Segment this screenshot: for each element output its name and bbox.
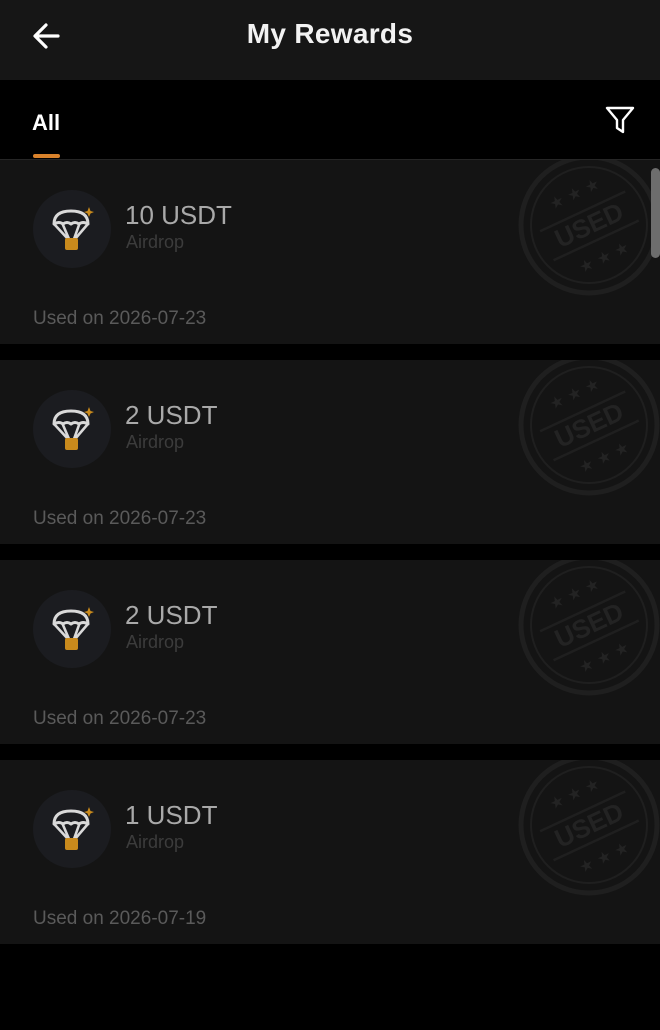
tab-all[interactable]: All (32, 110, 60, 158)
filter-icon (605, 106, 635, 134)
reward-type: Airdrop (126, 832, 185, 852)
reward-card[interactable]: 1 USDT Airdrop Used on 2026-07-19 USED ★… (0, 760, 660, 944)
reward-card[interactable]: 2 USDT Airdrop Used on 2026-07-23 USED ★… (0, 360, 660, 544)
reward-amount: 1 USDT (125, 800, 218, 830)
reward-used-date: Used on 2026-07-23 (33, 308, 207, 329)
reward-type: Airdrop (126, 432, 185, 452)
used-stamp: USED ★ ★ ★ ★ ★ ★ (518, 560, 660, 696)
tab-all-label: All (32, 110, 61, 135)
top-app-bar: My Rewards (0, 0, 660, 80)
used-stamp: USED ★ ★ ★ ★ ★ ★ (518, 760, 660, 896)
parachute-icon (52, 607, 94, 650)
reward-used-date: Used on 2026-07-23 (33, 508, 207, 529)
reward-card[interactable]: 2 USDT Airdrop Used on 2026-07-23 USED ★… (0, 560, 660, 744)
reward-icon-badge (33, 190, 111, 268)
reward-amount: 2 USDT (125, 400, 218, 430)
used-stamp: USED ★ ★ ★ ★ ★ ★ (518, 360, 660, 496)
reward-icon-badge (33, 590, 111, 668)
reward-icon-badge (33, 390, 111, 468)
parachute-icon (52, 407, 94, 450)
reward-icon-badge (33, 790, 111, 868)
active-tab-indicator (33, 154, 60, 158)
reward-type: Airdrop (126, 232, 185, 252)
reward-card[interactable]: 10 USDT Airdrop Used on 2026-07-23 USED … (0, 160, 660, 344)
reward-used-date: Used on 2026-07-23 (33, 708, 207, 729)
reward-amount: 10 USDT (125, 200, 232, 230)
scrollbar[interactable] (651, 168, 660, 258)
tab-bar: All (0, 80, 660, 160)
reward-used-date: Used on 2026-07-19 (33, 908, 207, 929)
reward-amount: 2 USDT (125, 600, 218, 630)
filter-button[interactable] (600, 100, 640, 140)
used-stamp: USED ★ ★ ★ ★ ★ ★ (518, 160, 660, 296)
reward-type: Airdrop (126, 632, 185, 652)
parachute-icon (52, 207, 94, 250)
page-title: My Rewards (246, 18, 414, 49)
parachute-icon (52, 807, 94, 850)
